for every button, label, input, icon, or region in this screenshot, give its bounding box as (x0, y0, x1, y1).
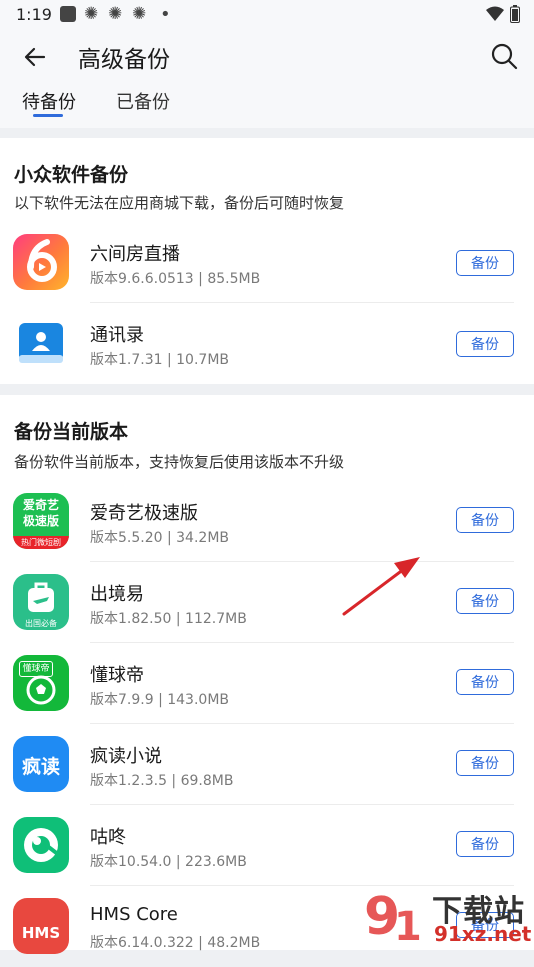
section-title: 小众软件备份 (14, 164, 129, 186)
app-row: 通讯录 版本1.7.31 | 10.7MB 备份 (0, 303, 534, 384)
more-notifications-icon: • (160, 4, 171, 25)
app-name: 出境易 (90, 584, 144, 605)
section-description: 备份软件当前版本，支持恢复后使用该版本不升级 (14, 453, 345, 471)
dongqiudi-app-icon: 懂球帝 (13, 655, 69, 711)
wifi-icon (486, 6, 504, 21)
app-notification-icon: ✺ (108, 4, 123, 24)
current-version-section: 备份当前版本 备份软件当前版本，支持恢复后使用该版本不升级 爱奇艺 极速版 热门… (0, 395, 534, 954)
hms-core-app-icon: HMS (13, 898, 69, 954)
iqiyi-app-icon: 爱奇艺 极速版 热门微短剧 (13, 493, 69, 549)
status-bar: 1:19 ✺ ✺ ✺ • (0, 0, 534, 30)
app-version-size: 版本5.5.20 | 34.2MB (90, 530, 230, 546)
app-version-size: 版本10.54.0 | 223.6MB (90, 854, 247, 870)
backup-button[interactable]: 备份 (456, 750, 514, 776)
app-row: 懂球帝 懂球帝 版本7.9.9 | 143.0MB 备份 (0, 643, 534, 724)
app-version-size: 版本6.14.0.322 | 48.2MB (90, 935, 261, 951)
app-version-size: 版本7.9.9 | 143.0MB (90, 692, 230, 708)
icon-label: HMS (21, 924, 61, 942)
liujianfang-app-icon (13, 234, 69, 290)
app-row: 六间房直播 版本9.6.6.0513 | 85.5MB 备份 (0, 222, 534, 303)
active-tab-indicator (33, 114, 63, 117)
app-name: 咕咚 (90, 827, 126, 848)
app-row: 疯读 疯读小说 版本1.2.3.5 | 69.8MB 备份 (0, 724, 534, 805)
status-time: 1:19 (16, 5, 52, 24)
back-arrow-icon[interactable] (22, 44, 48, 70)
app-version-size: 版本9.6.6.0513 | 85.5MB (90, 271, 261, 287)
page-title: 高级备份 (78, 47, 170, 73)
app-version-size: 版本1.82.50 | 112.7MB (90, 611, 247, 627)
chujingyi-app-icon: 出国必备 (13, 574, 69, 630)
niche-apps-section: 小众软件备份 以下软件无法在应用商城下载，备份后可随时恢复 六间房直播 版本9.… (0, 138, 534, 384)
icon-label: 出国必备 (25, 619, 57, 628)
battery-icon (510, 5, 520, 23)
contacts-app-icon (13, 315, 69, 371)
icon-label: 爱奇艺 (22, 498, 59, 512)
notification-icon (60, 6, 76, 22)
section-description: 以下软件无法在应用商城下载，备份后可随时恢复 (14, 194, 345, 212)
app-name: 通讯录 (90, 325, 144, 346)
backup-button[interactable]: 备份 (456, 669, 514, 695)
gudong-app-icon (13, 817, 69, 873)
section-title: 备份当前版本 (14, 421, 129, 443)
backup-button[interactable]: 备份 (456, 250, 514, 276)
app-row: 咕咚 版本10.54.0 | 223.6MB 备份 (0, 805, 534, 886)
app-name: 疯读小说 (90, 746, 162, 767)
app-version-size: 版本1.2.3.5 | 69.8MB (90, 773, 234, 789)
icon-label: 热门微短剧 (13, 536, 69, 549)
backup-button[interactable]: 备份 (456, 588, 514, 614)
app-header: 高级备份 待备份 已备份 (0, 30, 534, 128)
app-name: 懂球帝 (90, 665, 144, 686)
app-notification-icon: ✺ (84, 4, 99, 24)
icon-label: 懂球帝 (19, 661, 53, 677)
app-name: 爱奇艺极速版 (90, 503, 198, 524)
app-row: 出国必备 出境易 版本1.82.50 | 112.7MB 备份 (0, 562, 534, 643)
fengdu-app-icon: 疯读 (13, 736, 69, 792)
icon-label: 疯读 (21, 756, 60, 778)
app-version-size: 版本1.7.31 | 10.7MB (90, 352, 230, 368)
backup-button[interactable]: 备份 (456, 507, 514, 533)
backup-button[interactable]: 备份 (456, 831, 514, 857)
app-name: HMS Core (90, 904, 178, 925)
app-row: 爱奇艺 极速版 热门微短剧 爱奇艺极速版 版本5.5.20 | 34.2MB 备… (0, 481, 534, 562)
search-icon[interactable] (490, 42, 518, 70)
tab-pending-backup[interactable]: 待备份 (22, 88, 76, 114)
app-name: 六间房直播 (90, 244, 180, 265)
tab-backed-up[interactable]: 已备份 (116, 88, 170, 114)
app-notification-icon: ✺ (132, 4, 147, 24)
icon-label: 极速版 (22, 514, 59, 528)
backup-button[interactable]: 备份 (456, 331, 514, 357)
watermark-url: 91xz.net (434, 922, 532, 946)
svg-text:1: 1 (394, 904, 422, 948)
